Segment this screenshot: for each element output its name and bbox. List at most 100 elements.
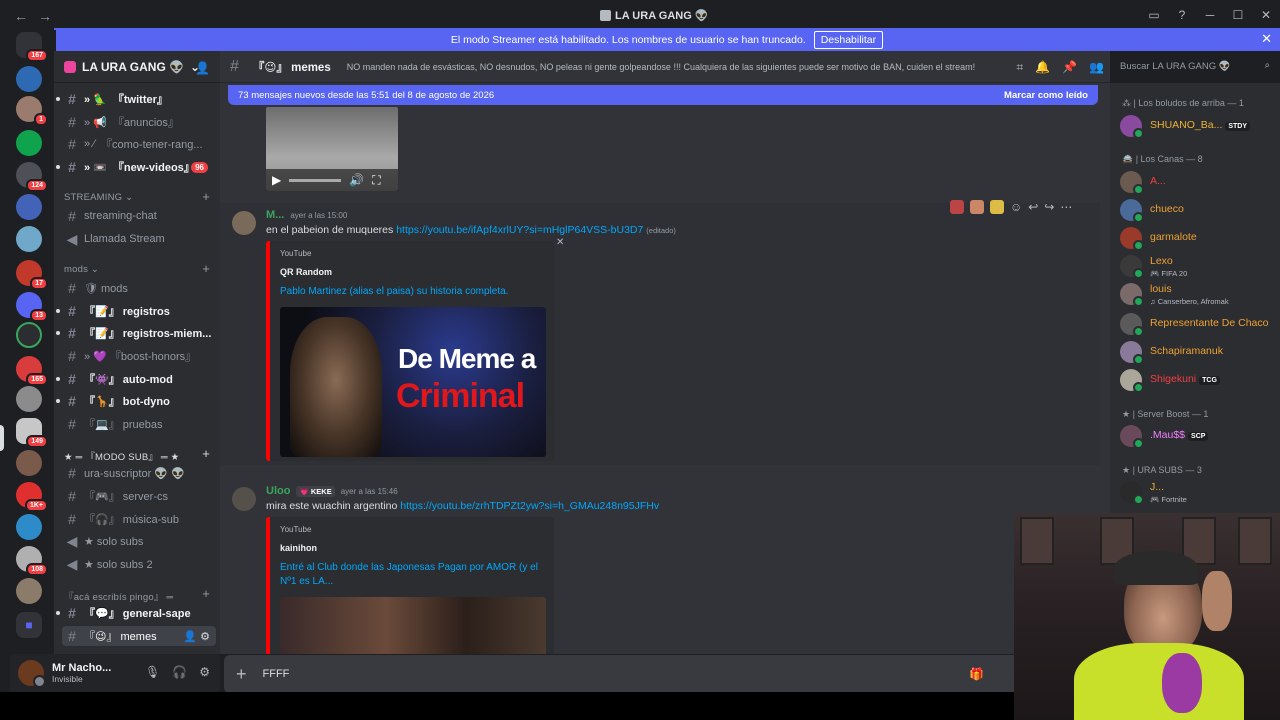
members-icon[interactable]: 👥	[1089, 60, 1104, 75]
message-link[interactable]: https://youtu.be/ifApf4xrlUY?si=mHglP64V…	[396, 224, 643, 236]
server-icon[interactable]	[16, 226, 42, 252]
guild-header[interactable]: LA URA GANG 👽 ⌄ 👤	[54, 51, 220, 83]
minimize-button[interactable]: ─	[1196, 8, 1224, 22]
play-icon[interactable]: ▶	[272, 173, 281, 187]
voice-channel-llamada-stream[interactable]: ◀ Llamada Stream	[62, 229, 216, 249]
reaction-icon[interactable]	[990, 200, 1004, 214]
close-window-button[interactable]: ✕	[1252, 8, 1280, 22]
server-icon[interactable]	[16, 450, 42, 476]
video-seekbar[interactable]	[289, 178, 342, 182]
channel-registros[interactable]: # 『📝』 registros	[56, 301, 216, 321]
reaction-icon[interactable]	[950, 200, 964, 214]
threads-icon[interactable]: ⌗	[1016, 60, 1023, 75]
volume-icon[interactable]: 🔊	[349, 173, 364, 187]
channel-mods[interactable]: # 🛡 mods	[62, 278, 216, 298]
voice-channel-solo-subs[interactable]: ◀ ★ solo subs	[62, 531, 216, 551]
gift-icon[interactable]: 🎁	[969, 667, 984, 681]
reply-icon[interactable]: ↩	[1028, 200, 1038, 214]
channel-musica-sub[interactable]: # 『🎧』 música-sub	[62, 509, 216, 529]
headphones-icon[interactable]: 🎧	[172, 665, 187, 679]
add-channel-icon[interactable]: +	[202, 586, 210, 601]
more-options-icon[interactable]: ⋯	[1060, 200, 1072, 214]
server-icon[interactable]	[16, 514, 42, 540]
member-item[interactable]: .Mau$$ SCP	[1120, 423, 1276, 449]
channel-pruebas[interactable]: # 『💻』 pruebas	[62, 414, 216, 434]
member-item[interactable]: A...	[1120, 169, 1276, 195]
channel-streaming-chat[interactable]: # streaming-chat	[62, 206, 216, 226]
invite-icon[interactable]: 👤	[195, 61, 210, 75]
server-icon[interactable]: 108	[16, 546, 48, 576]
inbox-icon[interactable]: ▭	[1140, 8, 1168, 22]
member-item[interactable]: Lexo 🎮 FIFA 20	[1120, 253, 1276, 279]
embed-title[interactable]: Entré al Club donde las Japonesas Pagan …	[280, 561, 550, 589]
channel-boost-honors[interactable]: #» 💜 『boost-honors』	[62, 346, 216, 366]
member-item[interactable]: Schapiramanuk	[1120, 339, 1276, 365]
server-icon[interactable]: 17	[16, 260, 48, 290]
member-item[interactable]: SHUANO_Ba... STDY	[1120, 113, 1276, 139]
member-item[interactable]: J... 🎮 Fortnite	[1120, 479, 1276, 505]
member-item[interactable]: chueco	[1120, 197, 1276, 223]
maximize-button[interactable]: ☐	[1224, 8, 1252, 22]
new-messages-bar[interactable]: 73 mensajes nuevos desde las 5:51 del 8 …	[228, 85, 1098, 105]
microphone-icon[interactable]: 🎙	[145, 665, 160, 679]
reaction-icon[interactable]	[970, 200, 984, 214]
avatar[interactable]	[232, 211, 256, 235]
member-item[interactable]: louis ♫ Canserbero, Afromak	[1120, 281, 1276, 307]
disable-streamer-button[interactable]: Deshabilitar	[813, 30, 884, 49]
server-icon[interactable]: 149	[16, 418, 48, 448]
server-icon[interactable]	[16, 322, 42, 348]
channel-bot-dyno[interactable]: # 『🦒』 bot-dyno	[56, 391, 216, 411]
channel-topic[interactable]: NO manden nada de esvásticas, NO desnudo…	[347, 62, 987, 72]
embed-author[interactable]: QR Random	[280, 267, 332, 277]
remove-embed-icon[interactable]: ✕	[556, 237, 564, 248]
add-channel-icon[interactable]: +	[202, 189, 210, 204]
avatar[interactable]	[18, 660, 46, 688]
category-aca-escribis[interactable]: 『acá escribís pingo』 ═ +	[64, 586, 214, 603]
category-modo-sub[interactable]: ★ ═ 『MODO SUB』 ═ ★ +	[64, 446, 214, 463]
message[interactable]: Uloo 💗 KEKE ayer a las 15:46 mira este w…	[220, 479, 1100, 654]
channel-new-videos[interactable]: #» 📼 『new-videos』 96	[56, 157, 216, 177]
add-channel-icon[interactable]: +	[202, 261, 210, 276]
server-icon[interactable]	[16, 386, 42, 412]
attach-plus-icon[interactable]: +	[236, 664, 247, 685]
server-icon[interactable]: 165	[16, 356, 48, 386]
member-item[interactable]: Representante De Chaco	[1120, 311, 1276, 337]
message-author[interactable]: M...	[266, 209, 284, 221]
message-composer[interactable]: + FFFF 🎁	[224, 655, 1024, 693]
direct-messages-button[interactable]: 167	[16, 32, 48, 62]
embed-provider[interactable]: YouTube	[280, 249, 311, 258]
channel-server-cs[interactable]: # 『🎮』 server-cs	[62, 486, 216, 506]
channel-memes[interactable]: # 『😉』 memes 👤 ⚙	[62, 626, 216, 646]
close-banner-icon[interactable]: ✕	[1261, 31, 1272, 47]
gear-icon[interactable]: ⚙	[199, 665, 210, 679]
channel-registros-miembros[interactable]: # 『📝』 registros-miem...	[56, 323, 216, 343]
channel-anuncios[interactable]: #» 📢 『anuncios』	[62, 112, 216, 132]
category-mods[interactable]: mods ⌄ +	[64, 261, 214, 276]
avatar[interactable]	[232, 487, 256, 511]
server-icon[interactable]	[16, 66, 42, 92]
mark-as-read-button[interactable]: Marcar como leído	[1004, 90, 1088, 101]
bell-icon[interactable]: 🔔	[1035, 60, 1050, 75]
fullscreen-icon[interactable]: ⛶	[372, 173, 380, 188]
member-item[interactable]: garmalote	[1120, 225, 1276, 251]
channel-auto-mod[interactable]: # 『👾』 auto-mod	[56, 369, 216, 389]
voice-channel-solo-subs-2[interactable]: ◀ ★ solo subs 2	[62, 554, 216, 574]
embed-author[interactable]: kainihon	[280, 543, 317, 553]
member-item[interactable]: Shigekuni TCG	[1120, 367, 1276, 393]
channel-settings-icons[interactable]: 👤 ⚙	[183, 630, 210, 643]
server-icon[interactable]: 1	[16, 96, 48, 126]
help-icon[interactable]: ?	[1168, 8, 1196, 22]
server-icon[interactable]: 124	[16, 162, 48, 192]
server-icon[interactable]: 13	[16, 292, 48, 322]
video-thumbnail[interactable]	[280, 597, 546, 654]
embed-provider[interactable]: YouTube	[280, 525, 311, 534]
channel-general-sape[interactable]: # 『💬』 general-sape	[56, 603, 216, 623]
message-link[interactable]: https://youtu.be/zrhTDPZt2yw?si=h_GMAu24…	[400, 500, 659, 512]
message-input[interactable]: FFFF	[263, 668, 290, 680]
video-thumbnail[interactable]: De Meme a Criminal	[280, 307, 546, 457]
message[interactable]: M... ayer a las 15:00 en el pabeion de m…	[220, 203, 1100, 465]
server-icon[interactable]	[16, 194, 42, 220]
channel-twitter[interactable]: #» 🦜 『twitter』	[56, 89, 216, 109]
server-icon[interactable]	[16, 578, 42, 604]
forward-icon[interactable]: ↪	[1044, 200, 1054, 214]
